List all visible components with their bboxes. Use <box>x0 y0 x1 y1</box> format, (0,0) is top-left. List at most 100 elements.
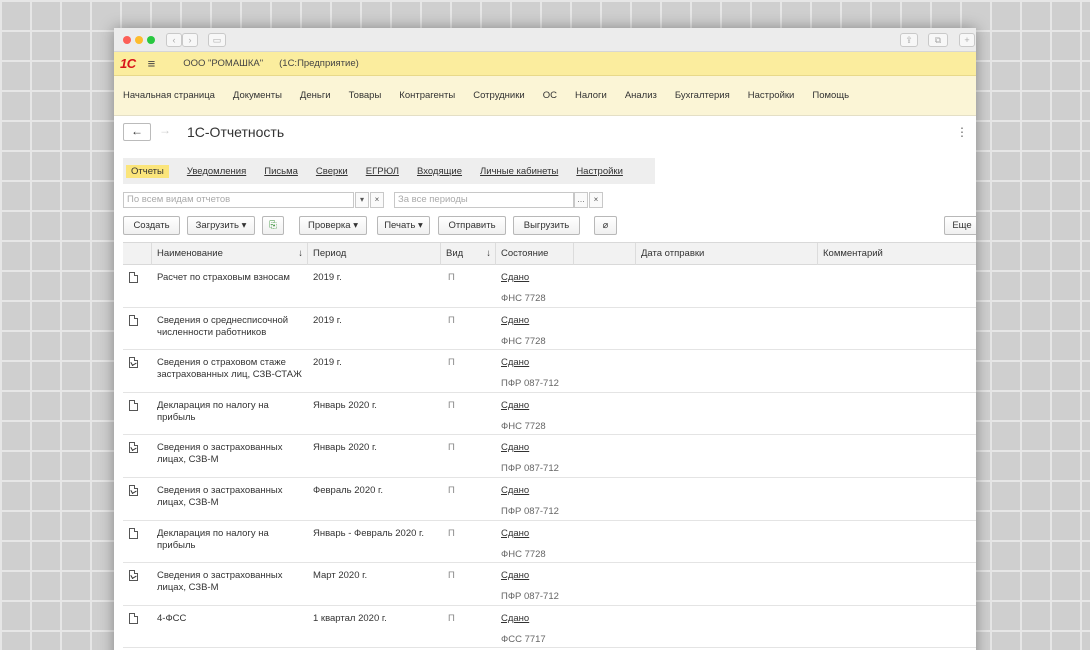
tab-settings[interactable]: Настройки <box>576 166 623 177</box>
section-menu: Начальная страница Документы Деньги Това… <box>114 76 976 116</box>
report-period: 2019 г. <box>313 357 342 369</box>
table-row[interactable]: Сведения о среднесписочной численности р… <box>123 308 976 351</box>
dropdown-arrow-icon: ▾ <box>353 220 358 231</box>
table-row[interactable]: Сведения о страховом стаже застрахованны… <box>123 350 976 393</box>
report-name: Сведения о страховом стаже застрахованны… <box>157 357 302 381</box>
window-tabs-icon[interactable]: ⧉ <box>928 33 948 47</box>
clear-filter-icon[interactable]: × <box>370 192 384 208</box>
create-button[interactable]: Создать <box>123 216 180 235</box>
menu-item-counterparties[interactable]: Контрагенты <box>399 90 455 101</box>
sort-arrow-icon: ↓ <box>298 248 303 259</box>
document-icon <box>129 612 138 624</box>
clear-period-icon[interactable]: × <box>589 192 603 208</box>
menu-item-accounting[interactable]: Бухгалтерия <box>675 90 730 101</box>
report-period: 2019 г. <box>313 314 342 326</box>
load-dropdown-button[interactable]: Загрузить ▾ <box>187 216 255 235</box>
chevron-down-icon[interactable]: ▾ <box>355 192 369 208</box>
tab-reports[interactable]: Отчеты <box>126 164 169 178</box>
table-row[interactable]: Сведения о застрахованных лицах, СЗВ-М Ма… <box>123 563 976 606</box>
report-name: Расчет по страховым взносам <box>157 272 290 283</box>
report-status-link[interactable]: Сдано <box>501 613 529 625</box>
report-status-link[interactable]: Сдано <box>501 442 529 454</box>
tab-notifications[interactable]: Уведомления <box>187 166 246 177</box>
report-recipient: ФНС 7728 <box>501 293 546 304</box>
more-actions-icon[interactable]: ⋮ <box>956 125 968 139</box>
back-arrow-icon[interactable]: ← <box>123 123 151 141</box>
forward-arrow-icon[interactable]: → <box>151 123 179 141</box>
column-header-sent-date[interactable]: Дата отправки <box>635 243 817 265</box>
new-tab-icon[interactable]: + <box>959 33 975 47</box>
report-status-link[interactable]: Сдано <box>501 485 529 497</box>
tab-egrul[interactable]: ЕГРЮЛ <box>366 166 399 177</box>
report-status-link[interactable]: Сдано <box>501 400 529 412</box>
menu-item-analysis[interactable]: Анализ <box>625 90 657 101</box>
signed-document-icon <box>129 570 138 582</box>
table-row[interactable]: Сведения о застрахованных лицах, СЗВ-М Фе… <box>123 478 976 521</box>
column-header-state[interactable]: Состояние <box>495 243 573 265</box>
report-status-link[interactable]: Сдано <box>501 272 529 284</box>
tab-reconciliations[interactable]: Сверки <box>316 166 348 177</box>
send-button[interactable]: Отправить <box>438 216 506 235</box>
print-dropdown-button[interactable]: Печать ▾ <box>377 216 430 235</box>
table-row[interactable]: Декларация по налогу на прибыль Январь - … <box>123 521 976 564</box>
report-status-link[interactable]: Сдано <box>501 570 529 582</box>
period-filter[interactable]: За все периоды <box>394 192 574 208</box>
select-period-icon[interactable]: … <box>574 192 588 208</box>
report-period: Январь 2020 г. <box>313 442 377 454</box>
report-status-link[interactable]: Сдано <box>501 528 529 540</box>
share-icon[interactable]: ⇪ <box>900 33 918 47</box>
report-status-link[interactable]: Сдано <box>501 315 529 327</box>
report-kind: П <box>448 484 455 496</box>
column-header-comment[interactable]: Комментарий <box>817 243 976 265</box>
platform-name: (1С:Предприятие) <box>279 58 359 69</box>
menu-item-employees[interactable]: Сотрудники <box>473 90 524 101</box>
report-kind: П <box>448 314 455 326</box>
report-name: Сведения о застрахованных лицах, СЗВ-М <box>157 442 283 466</box>
menu-item-settings[interactable]: Настройки <box>748 90 795 101</box>
close-window-button[interactable] <box>123 36 131 44</box>
sidebar-toggle-icon[interactable]: ▭ <box>208 33 226 47</box>
document-icon <box>129 399 138 411</box>
table-body: Расчет по страховым взносам 2019 г. П Сдано… <box>123 265 976 649</box>
menu-item-documents[interactable]: Документы <box>233 90 282 101</box>
tab-personal-accounts[interactable]: Личные кабинеты <box>480 166 558 177</box>
report-kind-filter[interactable]: По всем видам отчетов <box>123 192 354 208</box>
menu-item-home[interactable]: Начальная страница <box>123 90 215 101</box>
reporting-tabs: Отчеты Уведомления Письма Сверки ЕГРЮЛ В… <box>123 158 655 184</box>
paperclip-icon[interactable]: ⌀ <box>594 216 617 235</box>
report-period: Январь - Февраль 2020 г. <box>313 527 424 539</box>
table-row[interactable]: Расчет по страховым взносам 2019 г. П Сдано… <box>123 265 976 308</box>
export-button[interactable]: Выгрузить <box>513 216 580 235</box>
column-header-period[interactable]: Период <box>307 243 440 265</box>
back-chevron-icon[interactable]: ‹ <box>166 33 182 47</box>
icon-column-header <box>123 243 151 265</box>
more-button[interactable]: Еще <box>944 216 976 235</box>
report-name: Сведения о застрахованных лицах, СЗВ-М <box>157 484 283 508</box>
report-period: 1 квартал 2020 г. <box>313 612 387 624</box>
check-dropdown-button[interactable]: Проверка ▾ <box>299 216 367 235</box>
report-status-link[interactable]: Сдано <box>501 357 529 369</box>
minimize-window-button[interactable] <box>135 36 143 44</box>
forward-chevron-icon[interactable]: › <box>182 33 198 47</box>
table-row[interactable]: 4-ФСС 1 квартал 2020 г. П Сдано ФСС 7717 <box>123 606 976 649</box>
tab-incoming[interactable]: Входящие <box>417 166 462 177</box>
zoom-window-button[interactable] <box>147 36 155 44</box>
menu-item-money[interactable]: Деньги <box>300 90 331 101</box>
window-titlebar: ‹ › ▭ ⇪ ⧉ + <box>114 28 976 52</box>
report-kind: П <box>448 442 455 454</box>
signed-document-icon <box>129 357 138 369</box>
report-recipient: ПФР 087-712 <box>501 463 559 475</box>
menu-item-fixed-assets[interactable]: ОС <box>543 90 557 101</box>
excel-export-icon[interactable]: ⎘ <box>262 216 284 235</box>
column-header-name[interactable]: Наименование ↓ <box>151 243 307 265</box>
table-row[interactable]: Декларация по налогу на прибыль Январь 20… <box>123 393 976 436</box>
column-header-kind[interactable]: Вид ↓ <box>440 243 495 265</box>
hamburger-menu-icon[interactable]: ≡ <box>148 56 156 71</box>
menu-item-goods[interactable]: Товары <box>349 90 382 101</box>
menu-item-taxes[interactable]: Налоги <box>575 90 607 101</box>
report-period: Февраль 2020 г. <box>313 484 383 496</box>
report-kind: П <box>448 399 455 411</box>
menu-item-help[interactable]: Помощь <box>812 90 849 101</box>
tab-letters[interactable]: Письма <box>264 166 298 177</box>
table-row[interactable]: Сведения о застрахованных лицах, СЗВ-М Ян… <box>123 435 976 478</box>
